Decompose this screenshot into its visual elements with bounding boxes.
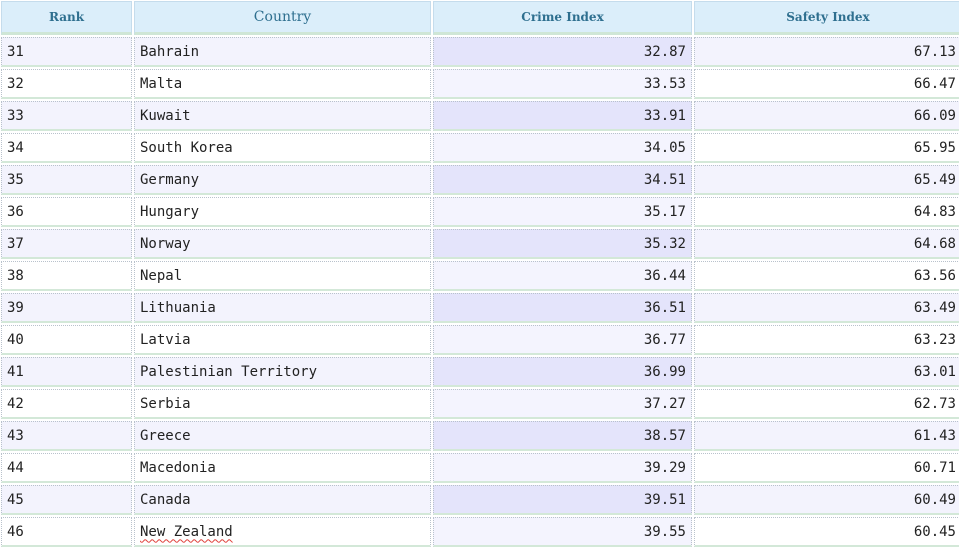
safety-index-cell: 66.09 bbox=[694, 101, 959, 131]
safety-index-cell: 62.73 bbox=[694, 389, 959, 419]
table-row: 43 Greece 38.57 61.43 bbox=[1, 421, 959, 451]
column-header-crime-index[interactable]: Crime Index bbox=[433, 1, 692, 35]
crime-index-cell: 36.99 bbox=[433, 357, 692, 387]
table-header-row: Rank Country Crime Index Safety Index bbox=[1, 1, 959, 35]
country-cell: New Zealand bbox=[134, 517, 431, 547]
crime-index-cell: 35.17 bbox=[433, 197, 692, 227]
rank-cell: 44 bbox=[1, 453, 132, 483]
rank-cell: 33 bbox=[1, 101, 132, 131]
safety-index-cell: 64.83 bbox=[694, 197, 959, 227]
column-header-safety-index[interactable]: Safety Index bbox=[694, 1, 959, 35]
rank-cell: 38 bbox=[1, 261, 132, 291]
table-row: 36 Hungary 35.17 64.83 bbox=[1, 197, 959, 227]
rank-cell: 37 bbox=[1, 229, 132, 259]
crime-index-cell: 38.57 bbox=[433, 421, 692, 451]
country-cell: Lithuania bbox=[134, 293, 431, 323]
safety-index-cell: 66.47 bbox=[694, 69, 959, 99]
rank-cell: 40 bbox=[1, 325, 132, 355]
country-cell: Nepal bbox=[134, 261, 431, 291]
safety-index-cell: 63.56 bbox=[694, 261, 959, 291]
rank-cell: 42 bbox=[1, 389, 132, 419]
table-row: 39 Lithuania 36.51 63.49 bbox=[1, 293, 959, 323]
safety-index-cell: 63.01 bbox=[694, 357, 959, 387]
rank-cell: 46 bbox=[1, 517, 132, 547]
rank-cell: 45 bbox=[1, 485, 132, 515]
safety-index-cell: 60.71 bbox=[694, 453, 959, 483]
crime-index-cell: 39.51 bbox=[433, 485, 692, 515]
safety-index-cell: 65.95 bbox=[694, 133, 959, 163]
column-header-rank[interactable]: Rank bbox=[1, 1, 132, 35]
crime-index-cell: 37.27 bbox=[433, 389, 692, 419]
crime-index-cell: 32.87 bbox=[433, 37, 692, 67]
spellcheck-underlined-text: New Zealand bbox=[140, 523, 233, 540]
table-row: 42 Serbia 37.27 62.73 bbox=[1, 389, 959, 419]
crime-index-cell: 34.51 bbox=[433, 165, 692, 195]
safety-index-cell: 65.49 bbox=[694, 165, 959, 195]
rank-cell: 39 bbox=[1, 293, 132, 323]
safety-index-cell: 63.49 bbox=[694, 293, 959, 323]
safety-index-cell: 60.49 bbox=[694, 485, 959, 515]
table-row: 45 Canada 39.51 60.49 bbox=[1, 485, 959, 515]
crime-index-cell: 33.53 bbox=[433, 69, 692, 99]
rank-cell: 32 bbox=[1, 69, 132, 99]
country-cell: Canada bbox=[134, 485, 431, 515]
country-cell: Bahrain bbox=[134, 37, 431, 67]
rank-cell: 41 bbox=[1, 357, 132, 387]
table-row: 35 Germany 34.51 65.49 bbox=[1, 165, 959, 195]
country-cell: Palestinian Territory bbox=[134, 357, 431, 387]
country-cell: Germany bbox=[134, 165, 431, 195]
country-cell: Hungary bbox=[134, 197, 431, 227]
crime-index-cell: 39.29 bbox=[433, 453, 692, 483]
crime-index-cell: 36.77 bbox=[433, 325, 692, 355]
country-cell: Norway bbox=[134, 229, 431, 259]
rank-cell: 36 bbox=[1, 197, 132, 227]
table-row: 33 Kuwait 33.91 66.09 bbox=[1, 101, 959, 131]
country-cell: Serbia bbox=[134, 389, 431, 419]
crime-index-table: Rank Country Crime Index Safety Index 31… bbox=[0, 0, 959, 549]
table-row: 37 Norway 35.32 64.68 bbox=[1, 229, 959, 259]
safety-index-cell: 64.68 bbox=[694, 229, 959, 259]
crime-index-cell: 36.51 bbox=[433, 293, 692, 323]
safety-index-cell: 60.45 bbox=[694, 517, 959, 547]
country-cell: Greece bbox=[134, 421, 431, 451]
rank-cell: 43 bbox=[1, 421, 132, 451]
rank-cell: 34 bbox=[1, 133, 132, 163]
crime-index-cell: 39.55 bbox=[433, 517, 692, 547]
crime-index-cell: 34.05 bbox=[433, 133, 692, 163]
country-cell: Malta bbox=[134, 69, 431, 99]
rank-cell: 31 bbox=[1, 37, 132, 67]
country-cell: Macedonia bbox=[134, 453, 431, 483]
crime-index-cell: 35.32 bbox=[433, 229, 692, 259]
country-cell: Latvia bbox=[134, 325, 431, 355]
country-cell: South Korea bbox=[134, 133, 431, 163]
safety-index-cell: 61.43 bbox=[694, 421, 959, 451]
table-row: 31 Bahrain 32.87 67.13 bbox=[1, 37, 959, 67]
country-cell: Kuwait bbox=[134, 101, 431, 131]
rank-cell: 35 bbox=[1, 165, 132, 195]
table-row: 34 South Korea 34.05 65.95 bbox=[1, 133, 959, 163]
table-row: 44 Macedonia 39.29 60.71 bbox=[1, 453, 959, 483]
crime-index-cell: 36.44 bbox=[433, 261, 692, 291]
table-row: 40 Latvia 36.77 63.23 bbox=[1, 325, 959, 355]
safety-index-cell: 63.23 bbox=[694, 325, 959, 355]
table-row: 41 Palestinian Territory 36.99 63.01 bbox=[1, 357, 959, 387]
table-row: 38 Nepal 36.44 63.56 bbox=[1, 261, 959, 291]
crime-index-cell: 33.91 bbox=[433, 101, 692, 131]
table-row: 46 New Zealand 39.55 60.45 bbox=[1, 517, 959, 547]
safety-index-cell: 67.13 bbox=[694, 37, 959, 67]
table-row: 32 Malta 33.53 66.47 bbox=[1, 69, 959, 99]
column-header-country[interactable]: Country bbox=[134, 1, 431, 35]
